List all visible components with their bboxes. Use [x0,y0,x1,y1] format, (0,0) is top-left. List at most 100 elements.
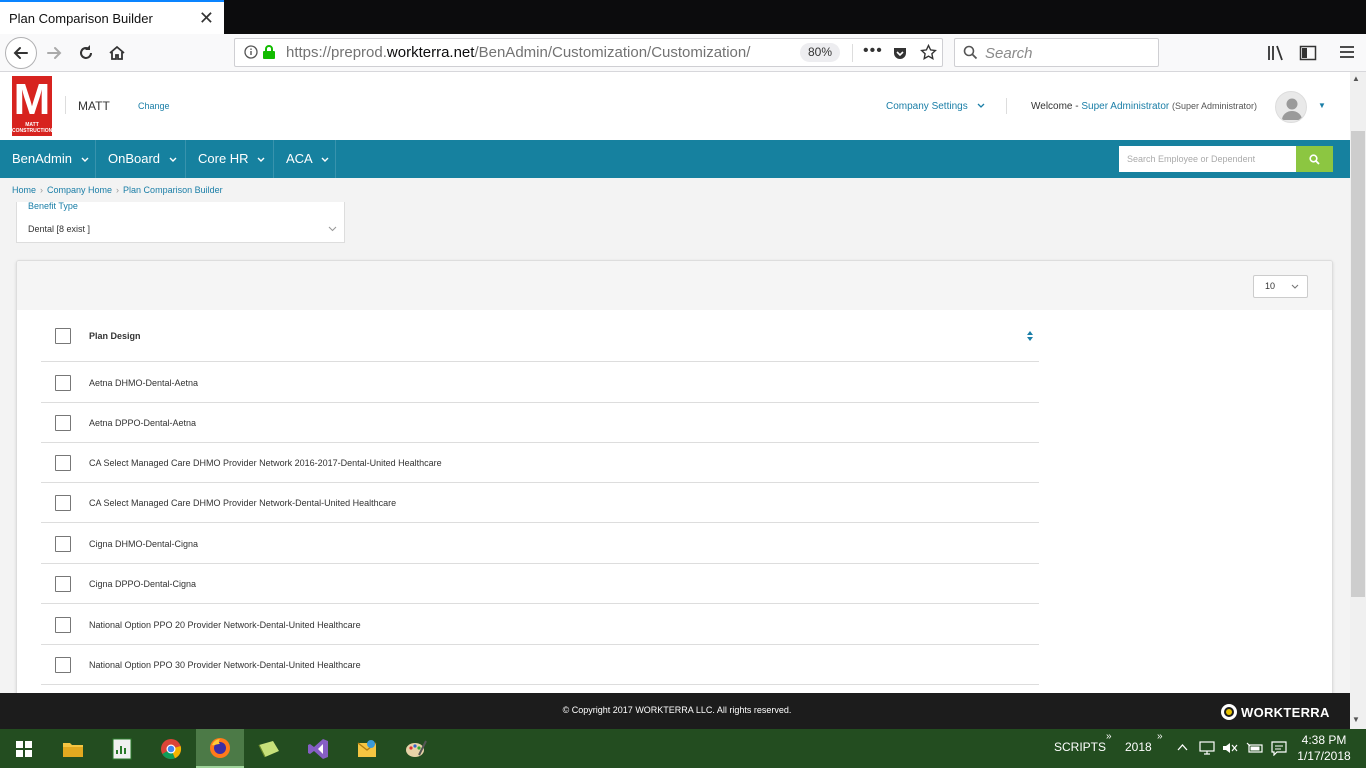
table-row[interactable]: CA Select Managed Care DHMO Provider Net… [41,483,1039,523]
change-company-link[interactable]: Change [138,101,170,111]
table-row[interactable]: National Option PPO 30 Provider Network-… [41,645,1039,685]
nav-item-benadmin[interactable]: BenAdmin [0,140,96,178]
home-button[interactable] [102,38,132,68]
row-checkbox[interactable] [55,415,71,431]
taskbar-mail-app[interactable] [343,729,391,768]
browser-tabstrip: Plan Comparison Builder ✕ [0,0,1366,34]
reload-button[interactable] [71,38,101,68]
workterra-brand: WORKTERRA [1220,703,1330,721]
toolbar-expand-icon[interactable]: » [1157,731,1163,742]
forward-button[interactable] [39,38,69,68]
table-row[interactable]: National Option PPO 20 Provider Network-… [41,605,1039,645]
home-icon [109,45,125,60]
welcome-text: Welcome - Super Administrator (Super Adm… [1031,101,1257,112]
tab-close-icon[interactable]: ✕ [199,8,214,29]
nav-item-core-hr[interactable]: Core HR [186,140,274,178]
company-logo[interactable]: M MATT CONSTRUCTION [12,76,52,136]
nav-item-aca[interactable]: ACA [274,140,336,178]
zoom-level-badge[interactable]: 80% [800,43,840,62]
taskbar-scripts-toolbar[interactable]: SCRIPTS [1054,740,1106,754]
table-row[interactable]: Cigna DPPO-Dental-Cigna [41,564,1039,604]
table-row[interactable]: Cigna DHMO-Dental-Cigna [41,524,1039,564]
taskbar-paint-app[interactable] [392,729,440,768]
notes-app-icon [258,740,279,757]
scroll-down-arrow-icon[interactable]: ▼ [1352,715,1360,724]
breadcrumb-company-home[interactable]: Company Home [47,185,112,195]
battery-icon[interactable] [1246,741,1264,755]
table-row[interactable]: CA Select Managed Care DHMO Provider Net… [41,443,1039,483]
hamburger-menu-icon[interactable] [1339,44,1355,60]
user-avatar-icon [1282,98,1302,120]
header-divider-2 [1006,98,1007,114]
folder-icon [63,742,83,757]
mail-app-icon [357,739,377,757]
user-menu-caret-icon[interactable]: ▼ [1318,101,1326,110]
toolbar-expand-icon[interactable]: » [1106,731,1112,742]
lock-icon[interactable] [262,44,276,60]
benefit-type-select[interactable]: Benefit Type Dental [8 exist ] [16,201,345,243]
column-header-plan-design[interactable]: Plan Design [89,331,141,341]
taskbar-notes-app[interactable] [245,729,293,768]
library-icon[interactable] [1267,44,1285,62]
page-actions-icon[interactable]: ••• [863,42,883,60]
browser-search-placeholder: Search [985,45,1033,62]
windows-taskbar: SCRIPTS » 2018 » 4:38 PM 1/17/2018 [0,729,1366,768]
app-header: M MATT CONSTRUCTION MATT Change Company … [0,72,1350,140]
taskbar-clock[interactable]: 4:38 PM 1/17/2018 [1294,732,1354,764]
bookmark-star-icon[interactable] [920,44,937,61]
table-row[interactable]: Aetna DHMO-Dental-Aetna [41,363,1039,403]
plan-design-name: CA Select Managed Care DHMO Provider Net… [89,498,397,508]
back-button[interactable] [5,37,37,69]
volume-muted-icon[interactable] [1222,741,1238,755]
scroll-up-arrow-icon[interactable]: ▲ [1352,74,1360,83]
table-row[interactable]: Aetna DPPO-Dental-Aetna [41,403,1039,443]
select-all-checkbox[interactable] [55,328,71,344]
taskbar-firefox[interactable] [196,729,244,768]
grid-header: Plan Design [41,311,1039,362]
logo-subtext: MATT CONSTRUCTION [12,122,53,134]
nav-item-onboard[interactable]: OnBoard [96,140,186,178]
notification-icon[interactable] [1271,740,1287,756]
row-checkbox[interactable] [55,455,71,471]
url-bar[interactable]: https://preprod.workterra.net/BenAdmin/C… [234,38,943,67]
taskbar-spreadsheet-app[interactable] [98,729,146,768]
info-icon[interactable] [244,45,258,59]
network-icon[interactable] [1199,741,1215,755]
clock-time: 4:38 PM [1301,733,1347,747]
page-scrollbar-thumb[interactable] [1351,131,1365,597]
row-checkbox[interactable] [55,657,71,673]
nav-item-label: OnBoard [108,151,161,166]
employee-search-input[interactable]: Search Employee or Dependent [1119,146,1296,172]
page-size-select[interactable]: 10 [1253,275,1308,298]
row-checkbox[interactable] [55,576,71,592]
browser-search-bar[interactable]: Search [954,38,1159,67]
company-settings-menu[interactable]: Company Settings [886,101,985,112]
benefit-type-label: Benefit Type [28,201,78,211]
plan-design-name: CA Select Managed Care DHMO Provider Net… [89,458,442,468]
user-name-link[interactable]: Super Administrator [1081,101,1169,112]
row-checkbox[interactable] [55,536,71,552]
taskbar-chrome[interactable] [147,729,195,768]
tray-expand-chevron-up-icon[interactable] [1177,743,1188,751]
taskbar-2018-toolbar[interactable]: 2018 [1125,740,1152,754]
breadcrumb-home[interactable]: Home [12,185,36,195]
avatar[interactable] [1275,91,1307,123]
row-checkbox[interactable] [55,495,71,511]
nav-item-label: BenAdmin [12,151,72,166]
start-button[interactable] [0,729,48,768]
url-prefix: https://preprod. [286,44,387,61]
sidebar-icon[interactable] [1299,44,1317,62]
paint-palette-icon [406,740,427,757]
row-checkbox[interactable] [55,375,71,391]
brand-text: WORKTERRA [1241,704,1330,720]
pocket-icon[interactable] [892,45,908,61]
taskbar-visual-studio[interactable] [294,729,342,768]
breadcrumb-current[interactable]: Plan Comparison Builder [123,185,223,195]
row-checkbox[interactable] [55,617,71,633]
sort-icon[interactable] [1027,331,1033,341]
browser-tab[interactable]: Plan Comparison Builder ✕ [0,0,224,34]
plan-design-name: Cigna DHMO-Dental-Cigna [89,539,199,549]
url-text[interactable]: https://preprod.workterra.net/BenAdmin/C… [286,44,756,61]
taskbar-file-explorer[interactable] [49,729,97,768]
employee-search-button[interactable] [1296,146,1333,172]
